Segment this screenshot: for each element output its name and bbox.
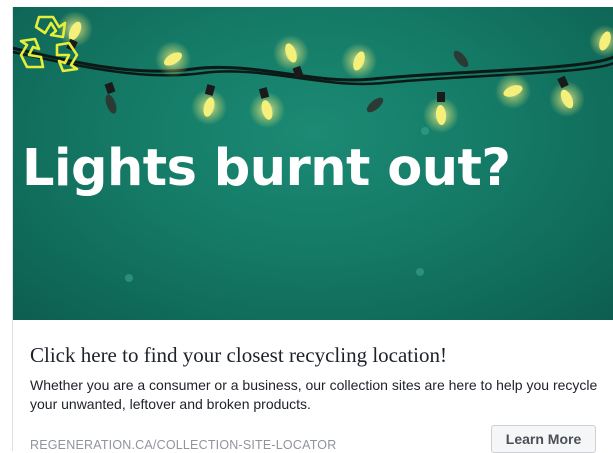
- ad-card[interactable]: Lights burnt out? Click here to find you…: [12, 7, 613, 453]
- banner-headline: Lights burnt out?: [22, 139, 511, 198]
- lit-bulb: [495, 73, 531, 109]
- lit-bulb: [423, 92, 459, 133]
- learn-more-button[interactable]: Learn More: [491, 425, 596, 453]
- ad-description: Whether you are a consumer or a business…: [30, 377, 598, 412]
- unlit-bulb: [453, 50, 469, 68]
- lit-bulb: [589, 25, 613, 57]
- ad-text-area[interactable]: Click here to find your closest recyclin…: [13, 320, 613, 453]
- unlit-bulb: [104, 81, 117, 114]
- recycle-icon: [19, 15, 79, 73]
- lit-bulb: [249, 87, 285, 128]
- ad-banner-image[interactable]: Lights burnt out?: [13, 7, 613, 320]
- ad-title-link[interactable]: Click here to find your closest recyclin…: [30, 343, 447, 368]
- unlit-bulb: [366, 97, 384, 113]
- lit-bulb: [191, 84, 227, 125]
- lit-bulb: [549, 75, 585, 117]
- lit-bulb: [155, 41, 191, 77]
- ad-url[interactable]: REGENERATION.CA/COLLECTION-SITE-LOCATOR: [30, 438, 336, 452]
- lit-bulb: [341, 43, 377, 79]
